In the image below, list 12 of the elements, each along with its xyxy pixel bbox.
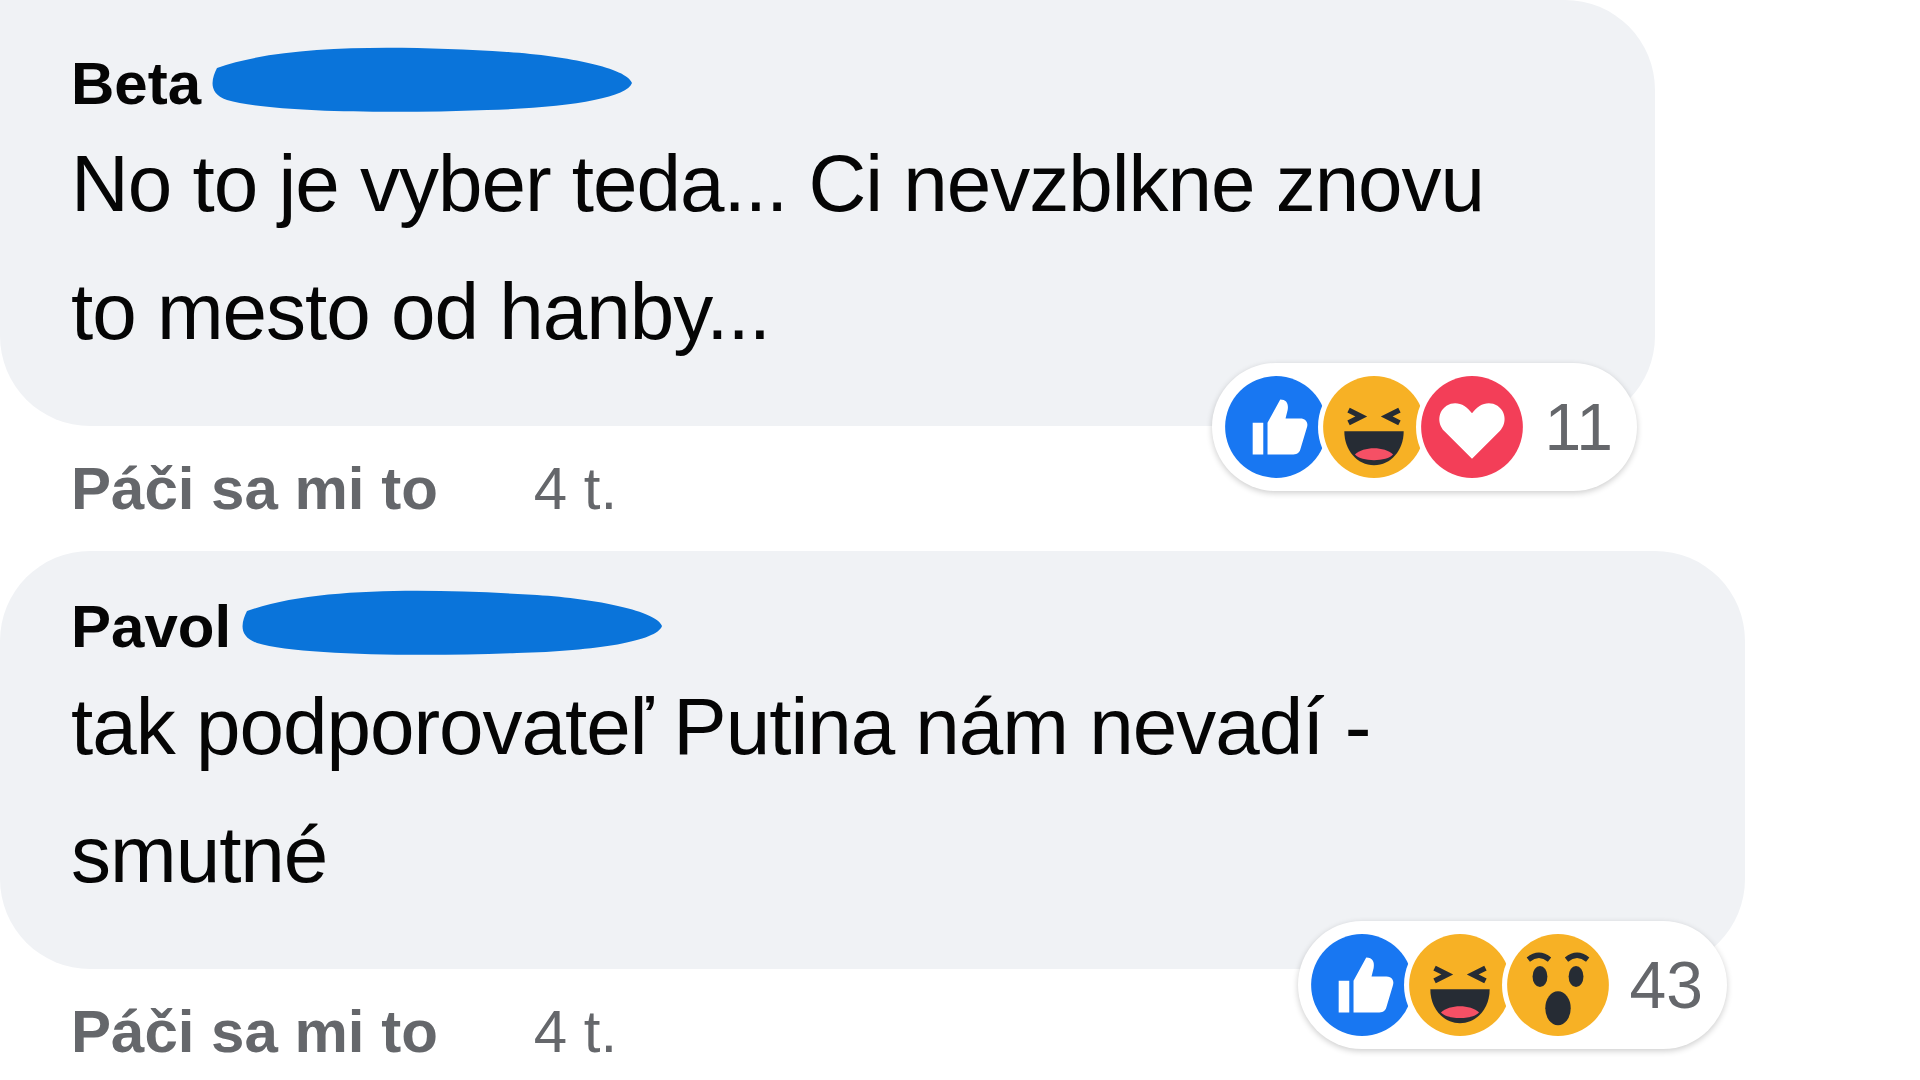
comment-text: tak podporovateľ Putina nám nevadí - smutné [71,681,1372,901]
like-link[interactable]: Páči sa mi to [71,443,438,534]
author-name[interactable]: Pavol [71,593,232,660]
timestamp[interactable]: 4 t. [533,443,618,534]
timestamp[interactable]: 4 t. [533,986,618,1077]
like-link[interactable]: Páči sa mi to [71,986,438,1077]
comment-text: No to je vyber teda... Ci nevzblkne znovu to mesto od hanby... [71,138,1486,358]
reactions-summary[interactable]: 43 [1297,921,1727,1049]
reactions-summary[interactable]: 11 [1212,363,1637,491]
reaction-count: 43 [1629,946,1703,1024]
reaction-count: 11 [1544,388,1613,466]
author-name[interactable]: Beta [71,50,202,117]
